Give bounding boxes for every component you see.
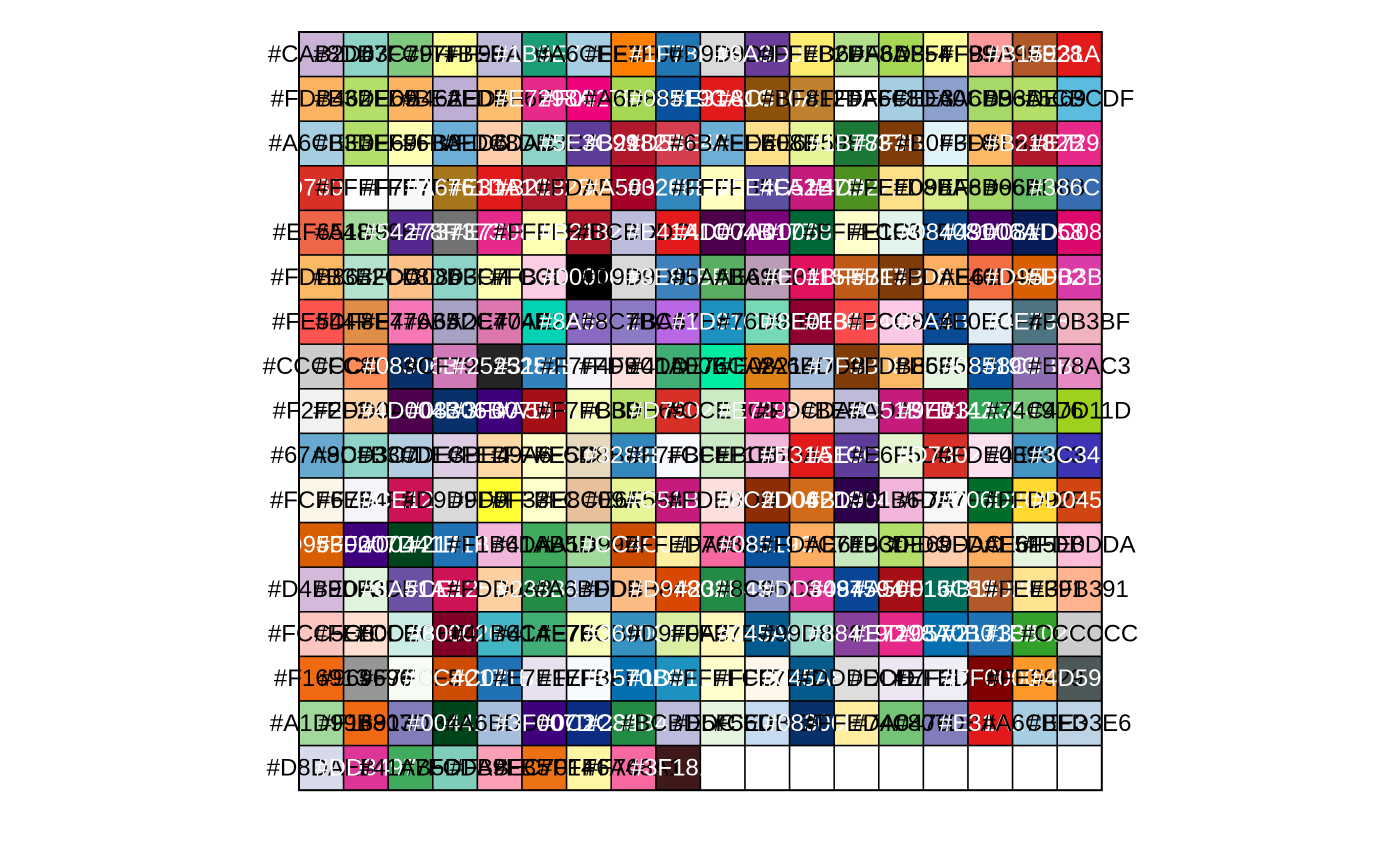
empty-swatch	[967, 744, 1014, 791]
hex-label: #F0B3BF	[1029, 308, 1130, 335]
hex-label: #FDBDDA	[1023, 531, 1135, 558]
empty-swatch	[788, 744, 835, 791]
hex-label: #5CBCDF	[1025, 85, 1134, 112]
hex-label: #DC086B	[1027, 219, 1131, 246]
hex-label: #D04511	[1032, 487, 1128, 514]
hex-label: #E7298A	[1030, 130, 1129, 157]
hex-label: #4D5959	[1031, 665, 1128, 692]
empty-swatch	[833, 744, 880, 791]
hex-label: #3F1819	[631, 754, 726, 781]
color-swatch-grid: #CAB2D6#8DD3C7#7FC97F#FFFF99#BEBADA#1B9E…	[263, 31, 1139, 792]
empty-swatch	[922, 744, 969, 791]
empty-swatch	[744, 744, 791, 791]
hex-label: #9DD11D	[1028, 398, 1132, 425]
hex-label: #FFB391	[1030, 576, 1129, 603]
hex-label: #DB3BA6	[1027, 264, 1132, 291]
empty-swatch	[1056, 744, 1103, 791]
hex-label: #E78AC3	[1028, 353, 1131, 380]
hex-label: #E31A1C	[1028, 41, 1131, 68]
hex-label: #BFD3E6	[1027, 710, 1131, 737]
hex-label: #3C34B3	[1029, 442, 1129, 469]
hex-label: #386CB0	[1029, 175, 1129, 202]
swatch-labels: #CAB2D6#8DD3C7#7FC97F#FFFF99#BEBADA#1B9E…	[263, 41, 1139, 782]
hex-label: #CCCCCC	[1021, 621, 1138, 648]
empty-swatch	[878, 744, 925, 791]
empty-swatch	[1011, 744, 1058, 791]
